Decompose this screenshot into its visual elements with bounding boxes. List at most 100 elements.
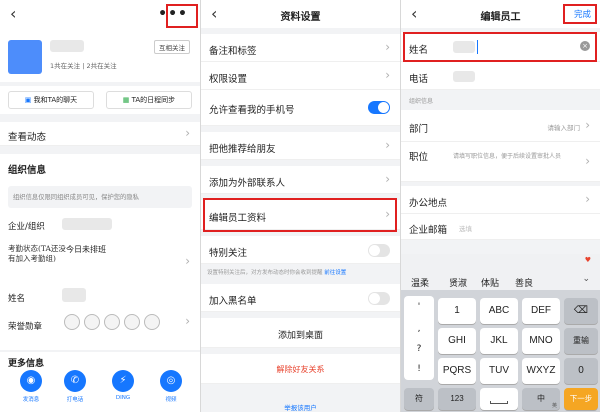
key-0[interactable]: 0	[564, 358, 598, 384]
chat-label: 我和TA的聊天	[33, 96, 78, 104]
suggestion-item[interactable]: 善良	[515, 276, 533, 289]
recommend-row[interactable]: 把他推荐给朋友 ›	[201, 132, 400, 160]
toggle-knob	[378, 102, 389, 113]
dynamics-label: 查看动态	[8, 132, 47, 143]
department-row[interactable]: 部门 请输入部门 ›	[401, 110, 600, 142]
follow-button[interactable]: 互相关注	[154, 40, 190, 54]
symbol-key[interactable]: '	[404, 302, 434, 312]
profile-card: 1共在关注 | 2共在关注 互相关注	[0, 28, 200, 82]
lightning-icon: ⚡	[119, 375, 127, 386]
phone-icon: ✆	[70, 375, 80, 386]
symbol-key[interactable]: ?	[404, 344, 434, 354]
key-def[interactable]: DEF	[522, 298, 560, 324]
medal-icon	[104, 314, 120, 330]
key-1[interactable]: 1	[438, 298, 476, 324]
chat-with-ta-button[interactable]: ▣ 我和TA的聊天	[8, 91, 94, 109]
suggestion-item[interactable]: 温柔	[411, 276, 429, 289]
back-icon[interactable]: ‹	[10, 4, 16, 23]
key-tuv[interactable]: TUV	[480, 358, 518, 384]
dynamics-row[interactable]: 查看动态 ›	[0, 122, 200, 146]
backspace-icon: ⌫	[573, 305, 589, 316]
highlight-edit-employee	[203, 198, 397, 232]
chinese-english-key[interactable]: 中 英	[522, 388, 560, 410]
key-label: 123	[450, 394, 464, 403]
position-label: 职位	[409, 152, 429, 163]
report-link[interactable]: 举报该用户	[201, 402, 400, 412]
dept-value: 请输入部门	[547, 124, 581, 132]
office-row[interactable]: 办公地点 ›	[401, 186, 600, 214]
toggle-knob	[369, 245, 380, 256]
medals-row[interactable]	[64, 314, 174, 332]
email-row[interactable]: 企业邮箱 选填	[401, 214, 600, 240]
ding-button[interactable]: ⚡	[112, 370, 134, 392]
chevron-right-icon: ›	[185, 314, 190, 328]
next-step-key[interactable]: 下一步	[564, 388, 598, 410]
chevron-right-icon: ›	[385, 138, 390, 152]
ding-label: DING	[115, 395, 131, 401]
special-follow-row: 特别关注	[201, 236, 400, 264]
permission-row[interactable]: 权限设置 ›	[201, 62, 400, 90]
add-desktop-button[interactable]: 添加到桌面	[201, 318, 400, 348]
section-title: 组织信息	[8, 165, 47, 176]
allow-phone-row: 允许查看我的手机号	[201, 90, 400, 126]
backspace-key[interactable]: ⌫	[564, 298, 598, 324]
space-key[interactable]	[480, 388, 518, 410]
key-pqrs[interactable]: PQRS	[438, 358, 476, 384]
chevron-right-icon: ›	[185, 126, 190, 140]
reenter-key[interactable]: 重输	[564, 328, 598, 354]
key-jkl[interactable]: JKL	[480, 328, 518, 354]
chevron-right-icon[interactable]: ›	[185, 254, 190, 268]
name-label: 姓名	[8, 294, 26, 304]
remark-tags-row[interactable]: 备注和标签 ›	[201, 34, 400, 62]
chevron-down-icon[interactable]: ⌄	[582, 274, 590, 284]
chevron-right-icon: ›	[585, 118, 590, 132]
remove-friend-button[interactable]: 解除好友关系	[201, 354, 400, 384]
key-label: 重输	[573, 336, 589, 345]
suggestion-item[interactable]: 体贴	[481, 276, 499, 289]
message-button[interactable]: ◉	[20, 370, 42, 392]
external-contact-row[interactable]: 添加为外部联系人 ›	[201, 166, 400, 194]
key-wxyz[interactable]: WXYZ	[522, 358, 560, 384]
key-mno[interactable]: MNO	[522, 328, 560, 354]
suggestion-bar: ♥ 温柔 贤淑 体贴 善良 ⌄	[401, 254, 600, 290]
org-info-section: 组织信息 组织信息仅限同组织成员可见，保护您的隐私 企业/组织 考勤状态(TA还…	[0, 154, 200, 350]
schedule-button[interactable]: ▦ TA的日程同步	[106, 91, 192, 109]
call-label: 打电话	[66, 397, 84, 403]
allow-phone-toggle[interactable]	[368, 101, 390, 114]
action-bar: ▣ 我和TA的聊天 ▦ TA的日程同步	[0, 86, 200, 114]
symbol-column[interactable]: ' , ? !	[404, 296, 434, 380]
key-abc[interactable]: ABC	[480, 298, 518, 324]
call-button[interactable]: ✆	[64, 370, 86, 392]
key-ghi[interactable]: GHI	[438, 328, 476, 354]
remove-friend-label: 解除好友关系	[276, 365, 325, 374]
row-label: 允许查看我的手机号	[209, 105, 295, 116]
blacklist-toggle[interactable]	[368, 292, 390, 305]
video-button[interactable]: ◎	[160, 370, 182, 392]
row-label: 特别关注	[209, 248, 248, 259]
tip-link[interactable]: 前往设置	[324, 270, 346, 276]
phone-label: 电话	[409, 74, 429, 85]
profile-settings-panel: ‹ 资料设置 备注和标签 › 权限设置 › 允许查看我的手机号 把他推荐给朋友 …	[200, 0, 400, 412]
row-label: 权限设置	[209, 74, 248, 85]
message-label: 发消息	[22, 397, 40, 403]
chevron-right-icon: ›	[585, 192, 590, 206]
symbol-key[interactable]: !	[404, 364, 434, 374]
suggestion-item[interactable]: 贤淑	[449, 276, 467, 289]
key-label: JKL	[490, 335, 508, 346]
special-follow-tip: 设置特别关注后，对方发布动态时你会收到提醒 前往设置	[207, 268, 397, 276]
position-row[interactable]: 职位 请填写职位信息，便于后续设置审批人员 ›	[401, 142, 600, 182]
key-label: GHI	[448, 335, 466, 346]
medal-icon	[124, 314, 140, 330]
row-label: 添加为外部联系人	[209, 178, 286, 189]
keyboard-logo-icon[interactable]: ♥	[585, 256, 591, 264]
symbol-key[interactable]: 符	[404, 388, 434, 410]
key-label: 0	[578, 365, 584, 376]
symbol-key[interactable]: ,	[404, 324, 434, 334]
row-label: 把他推荐给朋友	[209, 144, 276, 155]
page-title: 资料设置	[280, 12, 321, 23]
key-label: TUV	[489, 365, 509, 376]
key-label: 中	[537, 394, 545, 403]
numbers-key[interactable]: 123	[438, 388, 476, 410]
special-follow-toggle[interactable]	[368, 244, 390, 257]
more-info-title: 更多信息	[8, 359, 45, 369]
